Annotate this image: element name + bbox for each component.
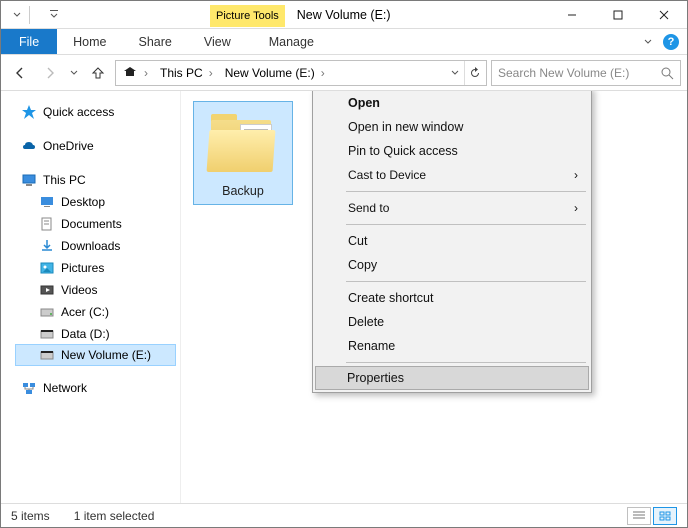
quick-access-toolbar <box>1 1 64 28</box>
sidebar-downloads[interactable]: Downloads <box>1 235 180 257</box>
refresh-button[interactable] <box>464 61 484 85</box>
back-button[interactable] <box>7 60 33 86</box>
nav-bar: › This PC› New Volume (E:)› Search New V… <box>1 55 687 91</box>
ctx-open-new-window[interactable]: Open in new window <box>316 115 588 139</box>
maximize-button[interactable] <box>595 1 641 28</box>
sidebar-drive-d[interactable]: Data (D:) <box>1 323 180 345</box>
folder-label: Backup <box>222 184 264 198</box>
search-icon <box>660 66 674 80</box>
home-tab[interactable]: Home <box>57 29 122 54</box>
ctx-create-shortcut[interactable]: Create shortcut <box>316 286 588 310</box>
sidebar-desktop[interactable]: Desktop <box>1 191 180 213</box>
status-item-count: 5 items <box>11 509 50 523</box>
search-input[interactable]: Search New Volume (E:) <box>491 60 681 86</box>
qat-customize-icon[interactable] <box>50 9 58 21</box>
window-title: New Volume (E:) <box>285 1 549 28</box>
explorer-window: Picture Tools New Volume (E:) File Home … <box>0 0 688 528</box>
ctx-cut[interactable]: Cut <box>316 229 588 253</box>
folder-icon <box>203 108 283 178</box>
search-placeholder: Search New Volume (E:) <box>498 66 660 80</box>
minimize-button[interactable] <box>549 1 595 28</box>
sidebar-onedrive[interactable]: OneDrive <box>1 135 180 157</box>
breadcrumb-thispc[interactable]: This PC› <box>156 61 219 85</box>
view-tab[interactable]: View <box>188 29 247 54</box>
body: Quick access OneDrive This PC Desktop Do… <box>1 91 687 503</box>
folder-backup[interactable]: Backup <box>193 101 293 205</box>
content-pane[interactable]: Backup Open Open in new window Pin to Qu… <box>181 91 687 503</box>
ctx-rename[interactable]: Rename <box>316 334 588 358</box>
status-bar: 5 items 1 item selected <box>1 503 687 527</box>
ctx-properties[interactable]: Properties <box>315 366 589 390</box>
recent-locations-icon[interactable] <box>67 60 81 86</box>
picture-tools-tab[interactable]: Picture Tools <box>210 5 285 27</box>
thumbnails-view-button[interactable] <box>653 507 677 525</box>
ctx-pin-quick-access[interactable]: Pin to Quick access <box>316 139 588 163</box>
breadcrumb-root-icon[interactable]: › <box>118 61 154 85</box>
ribbon-expand-icon[interactable] <box>643 35 653 49</box>
sidebar-drive-c[interactable]: Acer (C:) <box>1 301 180 323</box>
ctx-copy[interactable]: Copy <box>316 253 588 277</box>
sidebar-thispc[interactable]: This PC <box>1 169 180 191</box>
ctx-send-to[interactable]: Send to› <box>316 196 588 220</box>
up-button[interactable] <box>85 60 111 86</box>
chevron-right-icon: › <box>574 201 578 215</box>
chevron-right-icon: › <box>574 168 578 182</box>
context-menu: Open Open in new window Pin to Quick acc… <box>312 91 592 393</box>
sidebar-quick-access[interactable]: Quick access <box>1 101 180 123</box>
nav-pane: Quick access OneDrive This PC Desktop Do… <box>1 91 181 503</box>
address-bar[interactable]: › This PC› New Volume (E:)› <box>115 60 487 86</box>
ctx-open[interactable]: Open <box>316 91 588 115</box>
sidebar-videos[interactable]: Videos <box>1 279 180 301</box>
file-tab[interactable]: File <box>1 29 57 54</box>
sidebar-pictures[interactable]: Pictures <box>1 257 180 279</box>
manage-tab[interactable]: Manage <box>253 29 330 54</box>
share-tab[interactable]: Share <box>123 29 188 54</box>
help-icon[interactable]: ? <box>663 34 679 50</box>
ctx-cast-to-device[interactable]: Cast to Device› <box>316 163 588 187</box>
close-button[interactable] <box>641 1 687 28</box>
titlebar: Picture Tools New Volume (E:) <box>1 1 687 29</box>
ribbon-tabs: File Home Share View Manage ? <box>1 29 687 55</box>
qat-dropdown-icon[interactable] <box>13 11 21 19</box>
details-view-button[interactable] <box>627 507 651 525</box>
status-selected-count: 1 item selected <box>74 509 155 523</box>
forward-button[interactable] <box>37 60 63 86</box>
ctx-delete[interactable]: Delete <box>316 310 588 334</box>
breadcrumb-newvolume[interactable]: New Volume (E:)› <box>221 61 331 85</box>
sidebar-network[interactable]: Network <box>1 377 180 399</box>
sidebar-documents[interactable]: Documents <box>1 213 180 235</box>
address-dropdown-icon[interactable] <box>448 61 462 85</box>
sidebar-drive-e[interactable]: New Volume (E:) <box>15 344 176 366</box>
